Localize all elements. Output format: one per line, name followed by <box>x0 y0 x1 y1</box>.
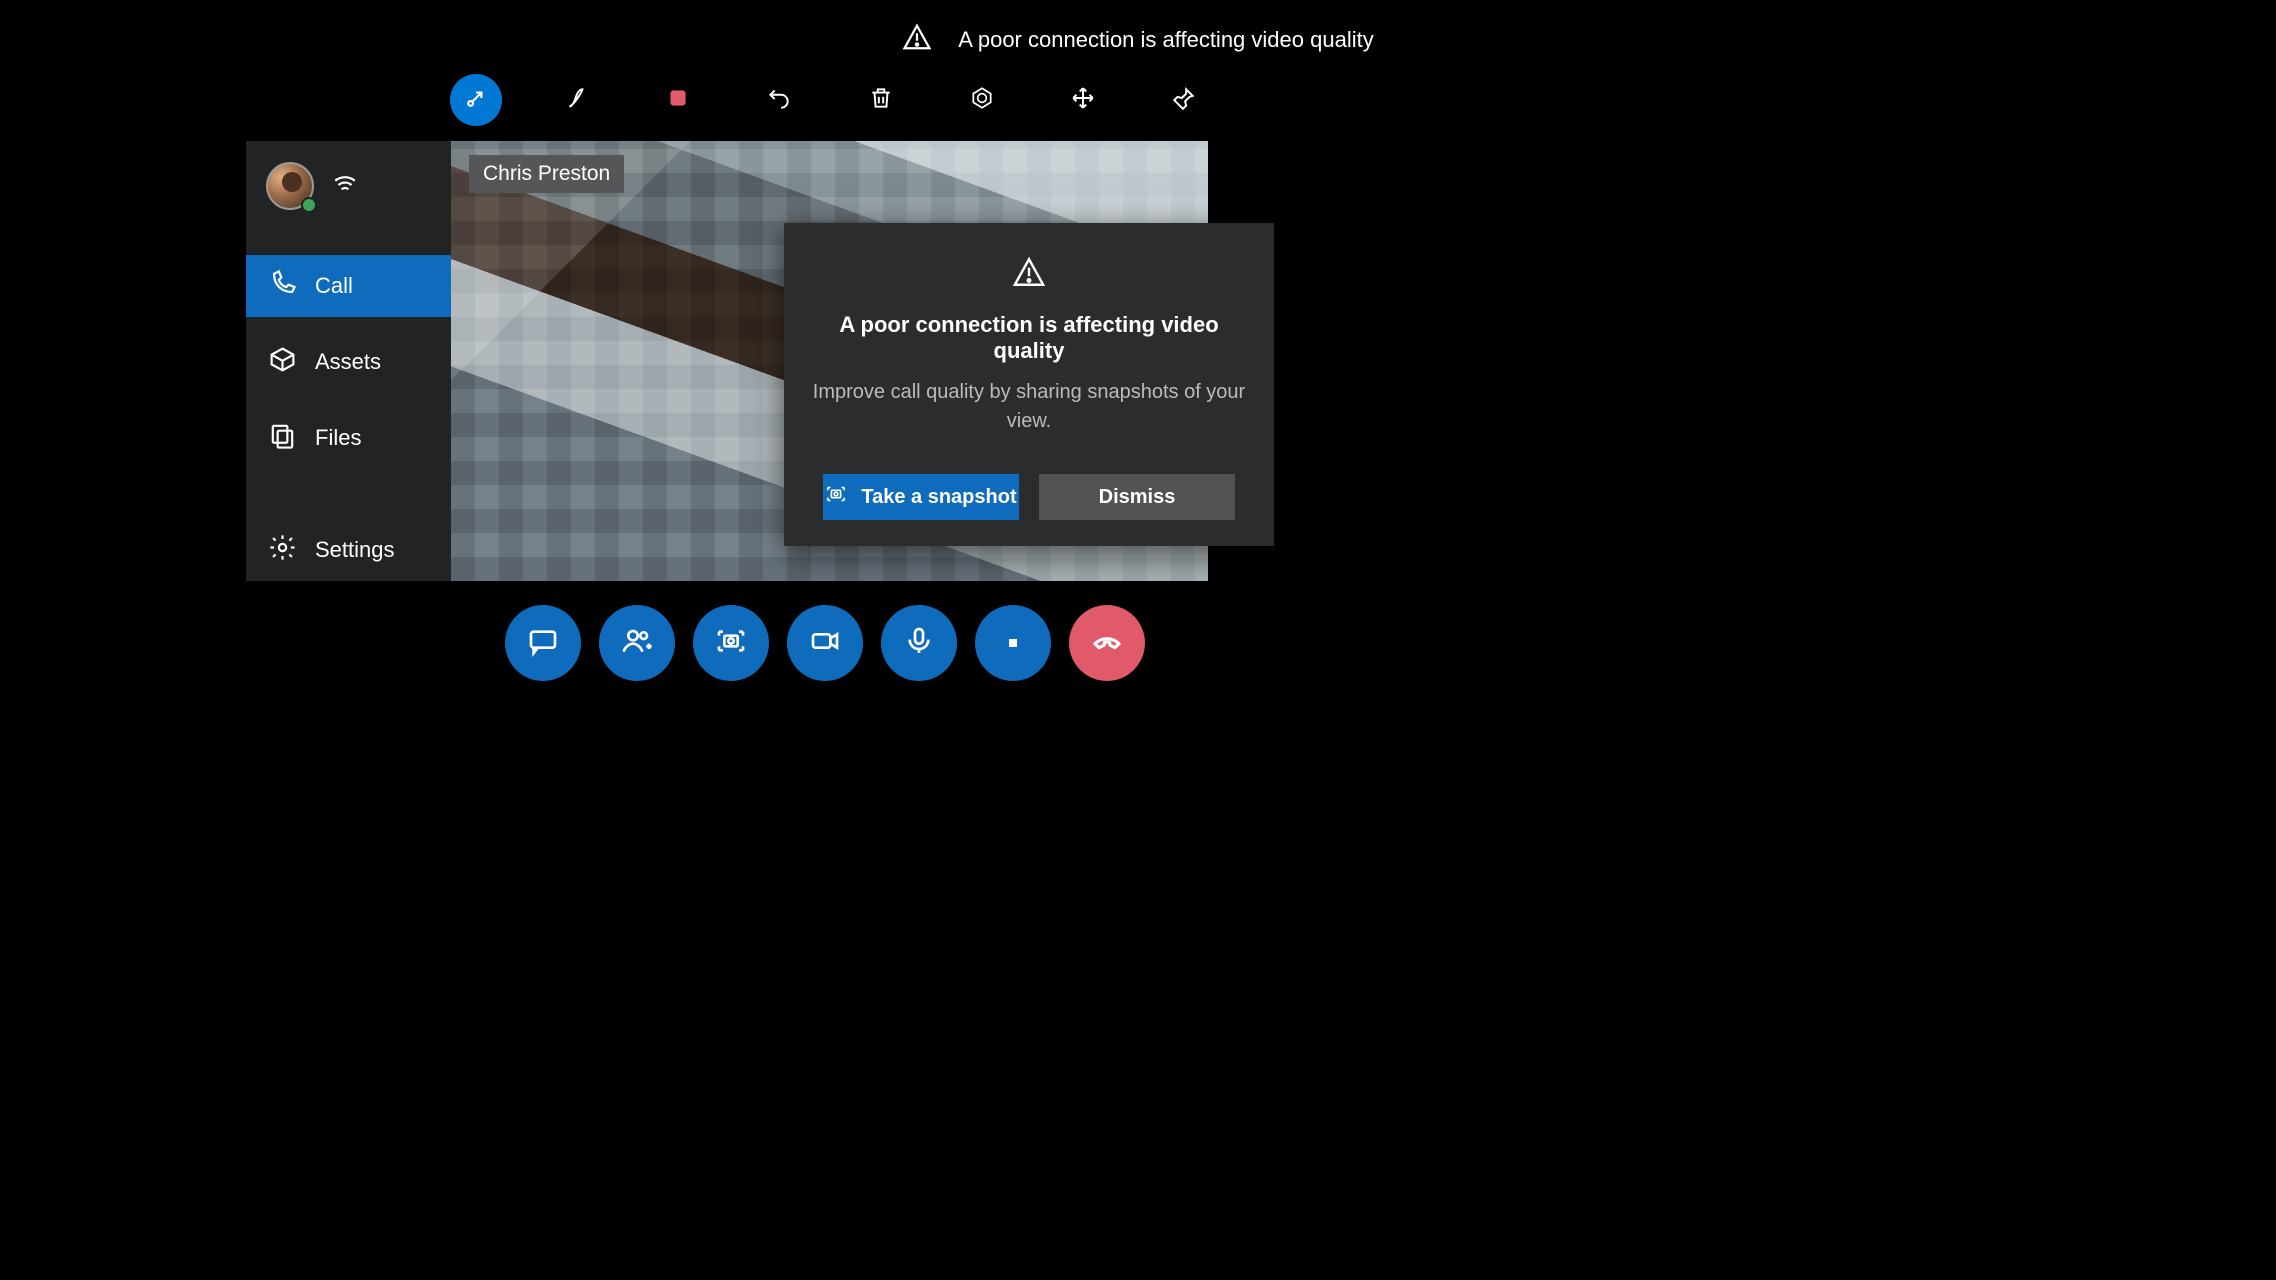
aperture-icon <box>969 85 995 116</box>
warning-icon <box>902 22 932 58</box>
take-snapshot-button[interactable]: Take a snapshot <box>823 474 1019 520</box>
chat-button[interactable] <box>505 605 581 681</box>
minimize-icon <box>463 85 489 116</box>
toolbar-delete-button[interactable] <box>855 74 907 126</box>
sidebar-item-assets[interactable]: Assets <box>246 331 451 393</box>
record-stop-icon <box>665 85 691 116</box>
move-arrows-icon <box>1070 85 1096 116</box>
toolbar-undo-button[interactable] <box>753 74 805 126</box>
warning-icon <box>1012 255 1046 294</box>
undo-icon <box>766 85 792 116</box>
toolbar-ink-button[interactable] <box>551 74 603 126</box>
annotation-toolbar <box>450 74 1210 126</box>
snapshot-button[interactable] <box>693 605 769 681</box>
box-icon <box>268 345 297 380</box>
dismiss-button[interactable]: Dismiss <box>1039 474 1235 520</box>
toolbar-minimize-button[interactable] <box>450 74 502 126</box>
call-controls <box>505 605 1145 681</box>
mic-icon <box>903 625 935 662</box>
toolbar-stop-record-button[interactable] <box>652 74 704 126</box>
dialog-actions: Take a snapshot Dismiss <box>812 474 1246 520</box>
presence-badge <box>301 197 317 213</box>
remote-name-tag: Chris Preston <box>469 155 624 193</box>
files-icon <box>268 421 297 456</box>
sidebar-item-label: Files <box>315 425 361 451</box>
remote-name-text: Chris Preston <box>483 162 610 185</box>
sidebar-item-label: Call <box>315 273 353 299</box>
snapshot-icon <box>715 625 747 662</box>
toolbar-pin-button[interactable] <box>1158 74 1210 126</box>
user-avatar[interactable] <box>266 162 314 210</box>
toolbar-aperture-button[interactable] <box>956 74 1008 126</box>
signal-icon <box>332 171 358 202</box>
take-snapshot-label: Take a snapshot <box>861 486 1016 509</box>
sidebar-nav: Call Assets Files <box>246 231 451 581</box>
chat-icon <box>527 625 559 662</box>
sidebar-item-files[interactable]: Files <box>246 407 451 469</box>
trash-icon <box>868 85 894 116</box>
add-people-button[interactable] <box>599 605 675 681</box>
toolbar-move-button[interactable] <box>1057 74 1109 126</box>
ink-pen-icon <box>564 85 590 116</box>
mic-button[interactable] <box>881 605 957 681</box>
add-people-icon <box>621 625 653 662</box>
connection-banner: A poor connection is affecting video qua… <box>0 22 2276 58</box>
dismiss-label: Dismiss <box>1099 486 1176 509</box>
video-button[interactable] <box>787 605 863 681</box>
snapshot-icon <box>825 483 847 511</box>
phone-icon <box>268 269 297 304</box>
sidebar: Call Assets Files <box>246 141 451 581</box>
dialog-subtitle: Improve call quality by sharing snapshot… <box>812 378 1246 436</box>
hangup-icon <box>1091 625 1123 662</box>
sidebar-item-settings[interactable]: Settings <box>246 519 451 581</box>
video-icon <box>809 625 841 662</box>
gear-icon <box>268 533 297 568</box>
poor-connection-dialog: A poor connection is affecting video qua… <box>784 223 1274 546</box>
sidebar-item-label: Settings <box>315 537 395 563</box>
hangup-button[interactable] <box>1069 605 1145 681</box>
sidebar-item-call[interactable]: Call <box>246 255 451 317</box>
sidebar-header <box>246 141 451 231</box>
sidebar-item-label: Assets <box>315 349 381 375</box>
record-button[interactable] <box>975 605 1051 681</box>
connection-banner-text: A poor connection is affecting video qua… <box>958 27 1373 53</box>
pin-icon <box>1171 85 1197 116</box>
dialog-title: A poor connection is affecting video qua… <box>812 312 1246 364</box>
